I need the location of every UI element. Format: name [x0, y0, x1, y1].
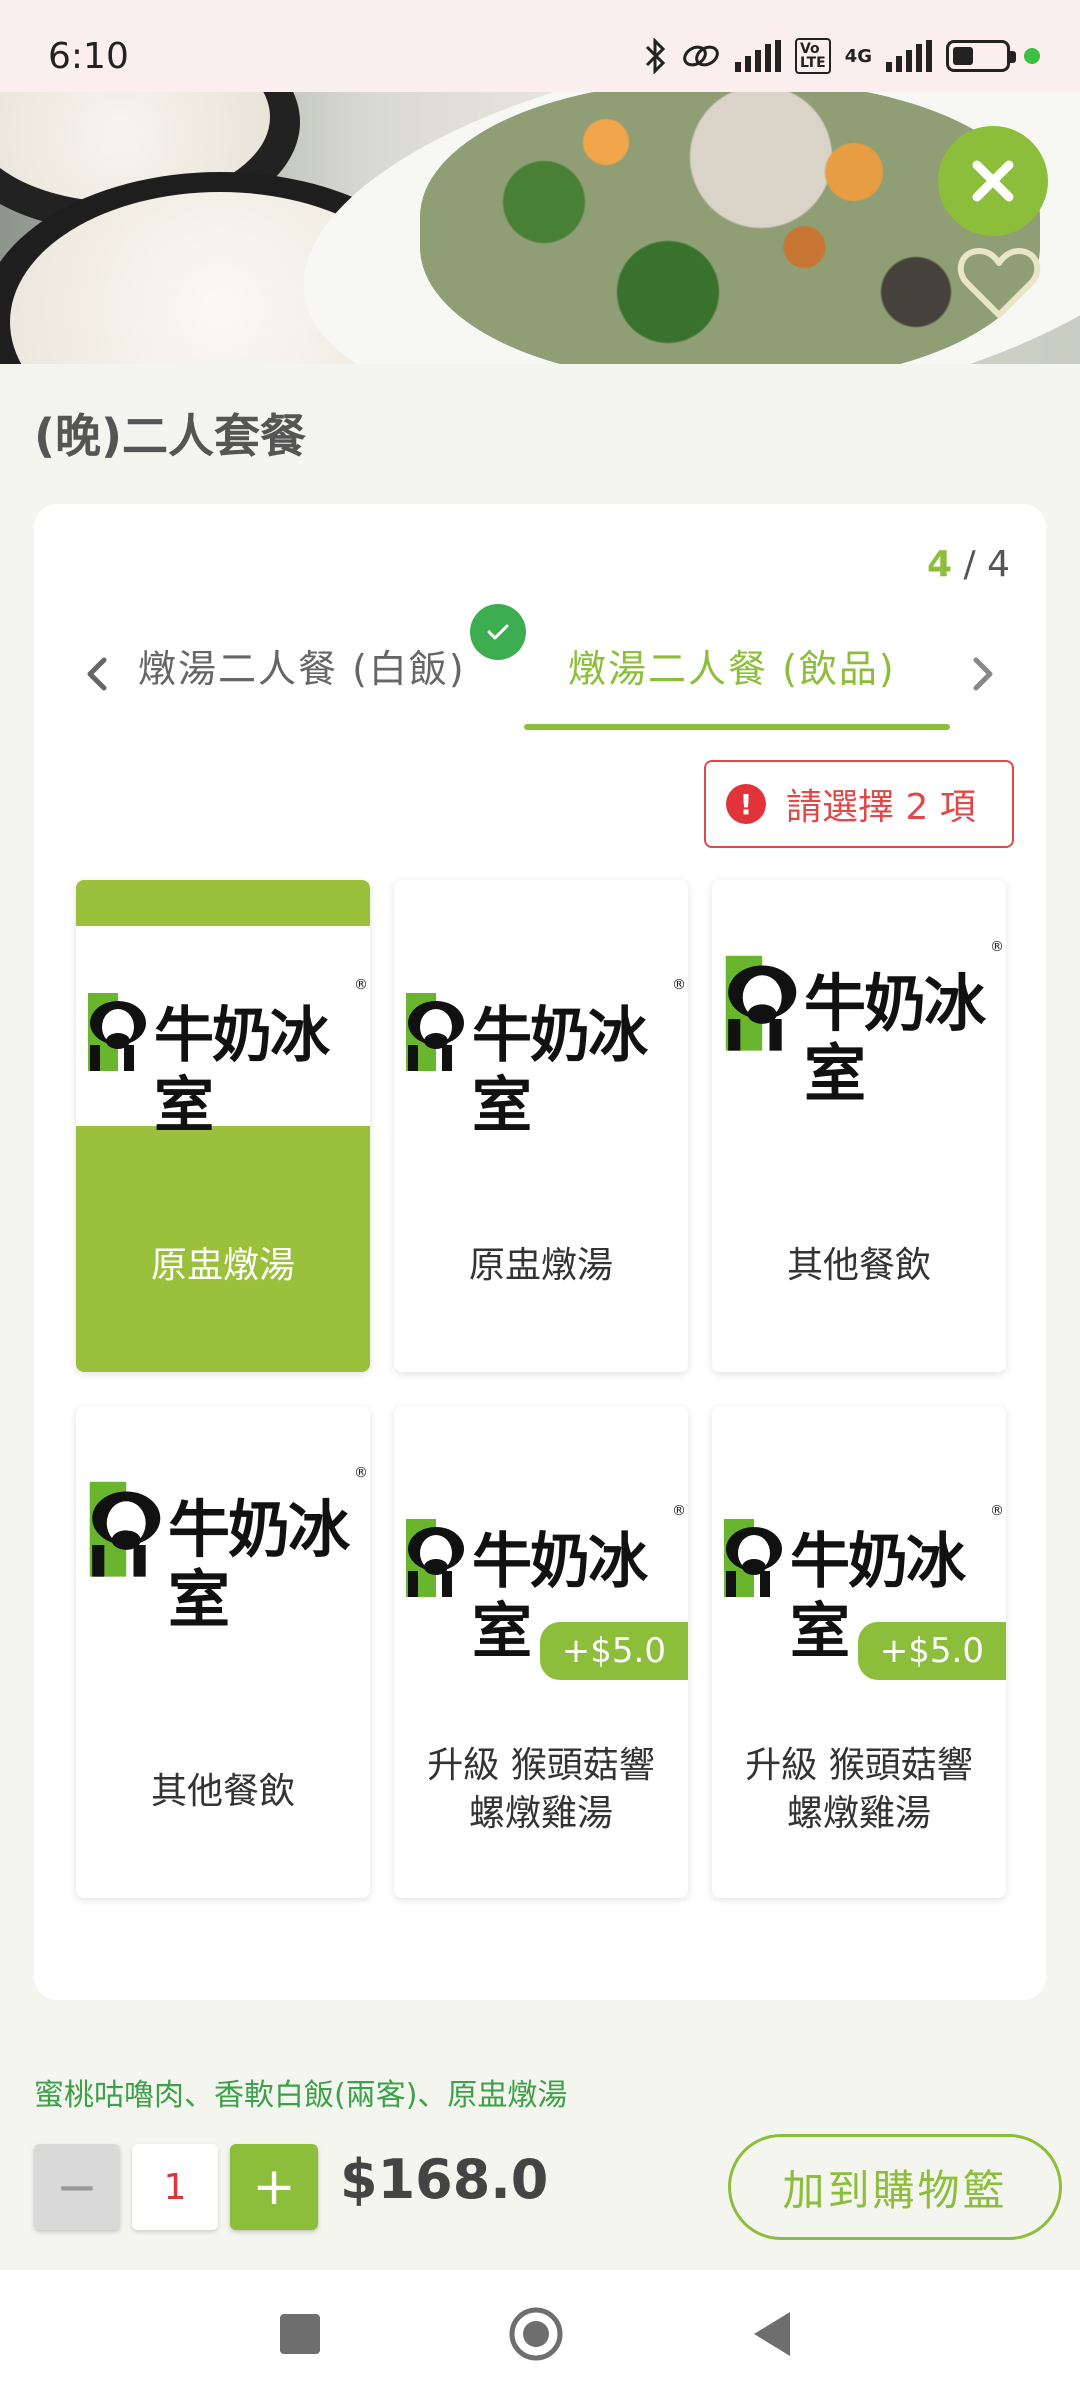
link-icon — [681, 36, 721, 76]
option-item[interactable]: 牛奶冰室 ® +$5.0 升級 猴頭菇響 螺燉雞湯 — [394, 1406, 688, 1898]
option-image: 牛奶冰室 ® — [712, 880, 1006, 1126]
cow-logo-icon — [406, 993, 464, 1071]
step-indicator: 4 / 4 — [927, 544, 1010, 585]
close-button[interactable] — [938, 126, 1048, 236]
registered-mark-icon: ® — [990, 1503, 1004, 1519]
network-type: 4G — [844, 45, 872, 67]
chevron-left-icon — [87, 657, 107, 691]
brand-logo-text: 牛奶冰室 — [154, 1001, 330, 1141]
product-image — [0, 92, 1080, 364]
option-item[interactable]: 牛奶冰室 ® 其他餐飲 — [712, 880, 1006, 1372]
registered-mark-icon: ® — [354, 1465, 368, 1481]
option-label: 其他餐飲 — [150, 1771, 295, 1812]
status-dot-icon — [1024, 48, 1040, 64]
option-item[interactable]: 牛奶冰室 ® 原盅燉湯 — [76, 880, 370, 1372]
brand-logo: 牛奶冰室 ® — [76, 971, 370, 1141]
tab-rice[interactable]: 燉湯二人餐 (白飯) — [138, 638, 466, 693]
home-icon[interactable] — [508, 2306, 564, 2362]
status-time: 6:10 — [48, 36, 129, 77]
option-image: 牛奶冰室 ® — [76, 1406, 370, 1652]
brand-logo-text: 牛奶冰室 — [472, 1001, 648, 1141]
price-extra-badge: +$5.0 — [857, 1622, 1006, 1680]
cow-logo-icon — [89, 1481, 161, 1577]
registered-mark-icon: ® — [672, 977, 686, 993]
tab-prev-button[interactable] — [78, 654, 118, 694]
brand-logo: 牛奶冰室 ® — [394, 1497, 688, 1667]
brand-logo: 牛奶冰室 ® — [394, 971, 688, 1141]
cow-logo-icon — [88, 993, 146, 1071]
registered-mark-icon: ® — [354, 977, 368, 993]
requirement-text: 請選擇 2 項 — [786, 787, 976, 828]
option-item[interactable]: 牛奶冰室 ® +$5.0 升級 猴頭菇響 螺燉雞湯 — [712, 1406, 1006, 1898]
quantity-value[interactable]: 1 — [132, 2144, 218, 2230]
brand-logo: 牛奶冰室 ® — [76, 1459, 370, 1635]
option-item[interactable]: 牛奶冰室 ® 其他餐飲 — [76, 1406, 370, 1898]
recents-icon[interactable] — [280, 2314, 320, 2354]
step-separator: / — [952, 544, 988, 585]
chevron-right-icon — [973, 657, 993, 691]
option-label-line2: 螺燉雞湯 — [468, 1793, 613, 1834]
check-icon — [487, 624, 509, 640]
system-nav-bar — [0, 2270, 1080, 2400]
brand-logo: 牛奶冰室 ® — [712, 933, 1006, 1109]
tab-drinks[interactable]: 燉湯二人餐 (飲品) — [568, 638, 896, 693]
signal-icon-2 — [886, 40, 932, 72]
alert-icon: ! — [726, 784, 766, 824]
step-tabs: 燉湯二人餐 (白飯) 燉湯二人餐 (飲品) — [34, 604, 1046, 734]
brand-logo-text: 牛奶冰室 — [168, 1493, 350, 1636]
total-price: $168.0 — [340, 2148, 549, 2211]
cow-logo-icon — [725, 955, 797, 1051]
option-label-line2: 螺燉雞湯 — [786, 1793, 931, 1834]
volte-icon: Vo LTE — [794, 38, 831, 74]
close-icon — [972, 160, 1014, 202]
selection-summary: 蜜桃咕嚕肉、香軟白飯(兩客)、原盅燉湯 — [34, 2078, 568, 2113]
signal-icon — [734, 40, 781, 72]
quantity-increment-button[interactable]: + — [230, 2144, 318, 2230]
bluetooth-icon — [645, 36, 667, 76]
add-to-cart-button[interactable]: 加到購物籃 — [728, 2134, 1062, 2240]
option-label-line1: 升級 猴頭菇響 — [427, 1745, 655, 1786]
step-total: 4 — [987, 544, 1010, 585]
favorite-button[interactable] — [954, 238, 1044, 328]
page-title: (晚)二人套餐 — [34, 409, 307, 463]
option-card: 4 / 4 燉湯二人餐 (白飯) 燉湯二人餐 (飲品) ! 請選擇 2 項 牛奶… — [34, 504, 1046, 2000]
price-extra-badge: +$5.0 — [539, 1622, 688, 1680]
selection-requirement: ! 請選擇 2 項 — [704, 760, 1014, 848]
active-tab-indicator — [524, 724, 950, 730]
option-image: 牛奶冰室 ® — [394, 926, 688, 1141]
quantity-decrement-button[interactable]: − — [34, 2144, 120, 2230]
brand-logo-text: 牛奶冰室 — [804, 967, 986, 1110]
option-label: 其他餐飲 — [786, 1245, 931, 1286]
option-image: 牛奶冰室 ® — [76, 926, 370, 1141]
status-bar: 6:10 Vo LTE 4G — [0, 0, 1080, 92]
brand-logo: 牛奶冰室 ® — [712, 1497, 1006, 1667]
option-label: 原盅燉湯 — [468, 1245, 613, 1286]
option-label-line1: 升級 猴頭菇響 — [745, 1745, 973, 1786]
battery-icon — [946, 40, 1016, 72]
option-label: 原盅燉湯 — [150, 1245, 295, 1286]
back-icon[interactable] — [752, 2310, 792, 2358]
step-current: 4 — [927, 544, 953, 585]
cow-logo-icon — [406, 1519, 464, 1597]
option-item[interactable]: 牛奶冰室 ® 原盅燉湯 — [394, 880, 688, 1372]
registered-mark-icon: ® — [672, 1503, 686, 1519]
tab-next-button[interactable] — [962, 654, 1002, 694]
status-icons: Vo LTE 4G — [645, 36, 1040, 76]
cow-logo-icon — [724, 1519, 782, 1597]
heart-icon — [957, 248, 1041, 318]
tab-completed-badge — [470, 604, 526, 660]
registered-mark-icon: ® — [990, 939, 1004, 955]
